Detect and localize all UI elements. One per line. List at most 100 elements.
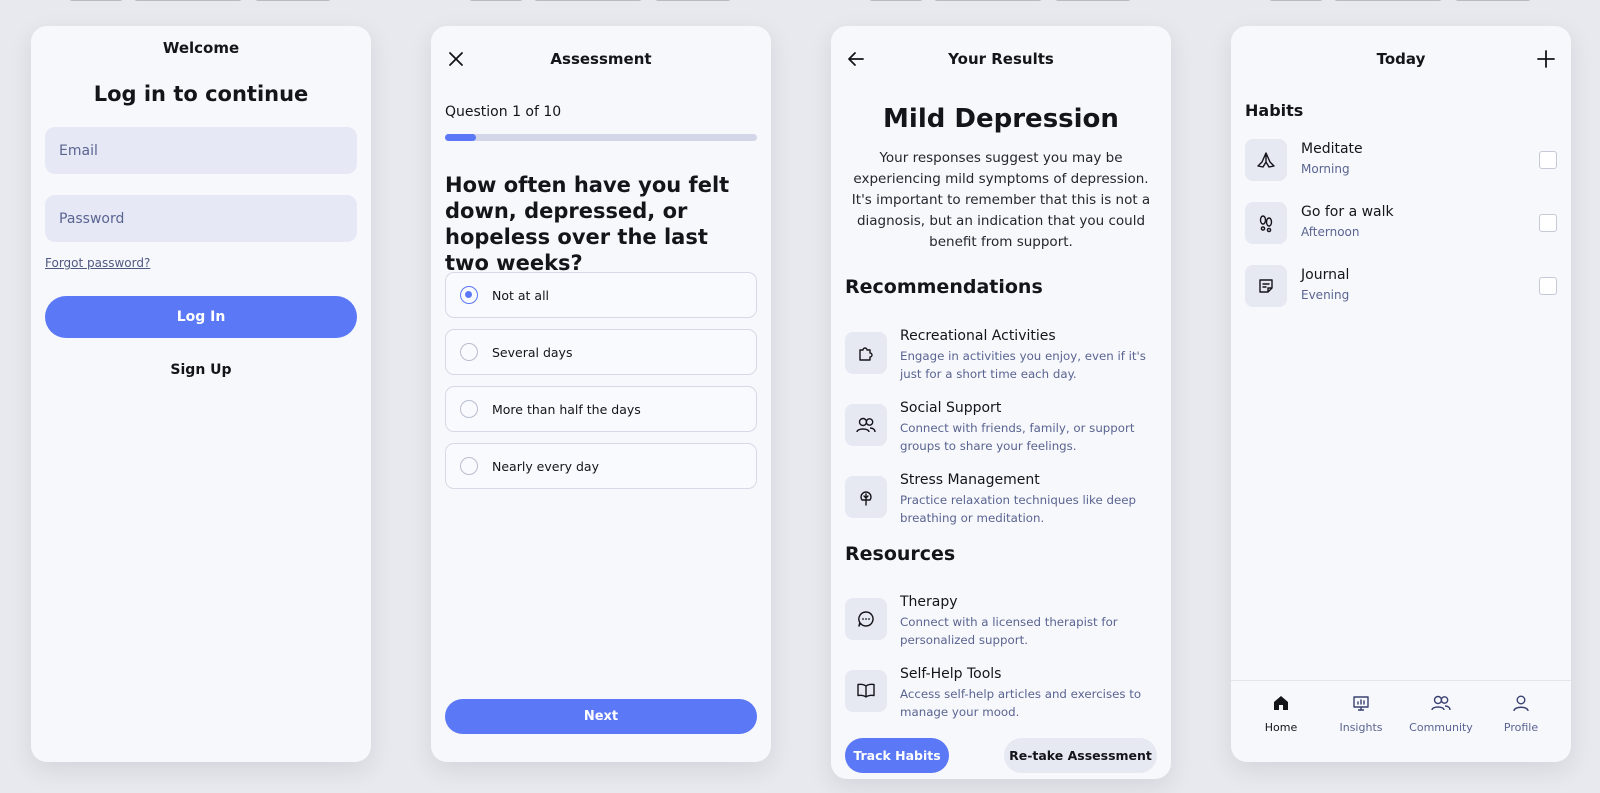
screen-title: Welcome <box>162 39 240 57</box>
resource-title: Self-Help Tools <box>900 666 1002 682</box>
top-stub <box>469 0 523 1</box>
habit-checkbox[interactable] <box>1539 214 1557 232</box>
habit-time: Morning <box>1301 162 1350 176</box>
top-stub <box>255 0 331 1</box>
habit-checkbox[interactable] <box>1539 277 1557 295</box>
top-stub <box>934 0 1042 1</box>
habit-item-walk[interactable]: Go for a walk Afternoon <box>1245 202 1557 246</box>
email-placeholder: Email <box>59 142 98 159</box>
resource-item[interactable]: Therapy Connect with a licensed therapis… <box>845 594 1157 658</box>
bottom-tab-bar: Home Insights Community Profile <box>1231 680 1571 762</box>
habit-title: Go for a walk <box>1301 204 1394 220</box>
recommendation-desc: Connect with friends, family, or support… <box>900 421 1135 453</box>
tab-home[interactable]: Home <box>1241 691 1321 734</box>
password-placeholder: Password <box>59 210 125 227</box>
chat-icon <box>845 598 887 640</box>
recommendation-item[interactable]: Stress Management Practice relaxation te… <box>845 472 1157 536</box>
resource-desc: Connect with a licensed therapist for pe… <box>900 615 1118 647</box>
forgot-password-link[interactable]: Forgot password? <box>45 256 150 270</box>
diagnosis-title: Mild Depression <box>883 104 1119 134</box>
habit-item-meditate[interactable]: Meditate Morning <box>1245 139 1557 183</box>
habits-title: Habits <box>1245 101 1304 120</box>
plus-icon[interactable] <box>1535 48 1557 70</box>
recommendation-title: Recreational Activities <box>900 328 1056 344</box>
login-button[interactable]: Log In <box>45 296 357 338</box>
top-stub <box>1334 0 1442 1</box>
recommendation-desc: Engage in activities you enjoy, even if … <box>900 349 1146 381</box>
resources-title: Resources <box>845 543 956 565</box>
tab-profile[interactable]: Profile <box>1481 691 1561 734</box>
login-screen: Welcome Log in to continue Email Passwor… <box>31 26 371 762</box>
tab-community[interactable]: Community <box>1401 691 1481 734</box>
option-not-at-all[interactable]: Not at all <box>445 272 757 318</box>
option-more-than-half[interactable]: More than half the days <box>445 386 757 432</box>
profile-icon <box>1481 691 1561 715</box>
top-stub <box>1055 0 1131 1</box>
screen-title: Assessment <box>550 50 652 68</box>
option-nearly-every-day[interactable]: Nearly every day <box>445 443 757 489</box>
top-stub <box>134 0 242 1</box>
next-button[interactable]: Next <box>445 699 757 734</box>
option-label: Several days <box>492 344 573 360</box>
recommendation-desc: Practice relaxation techniques like deep… <box>900 493 1136 525</box>
recommendation-item[interactable]: Social Support Connect with friends, fam… <box>845 400 1157 464</box>
tab-label: Insights <box>1339 721 1383 734</box>
login-heading: Log in to continue <box>93 82 309 106</box>
option-label: More than half the days <box>492 401 641 417</box>
top-stub <box>869 0 923 1</box>
habit-title: Meditate <box>1301 141 1363 157</box>
insights-icon <box>1321 691 1401 715</box>
option-label: Nearly every day <box>492 458 599 474</box>
habit-title: Journal <box>1301 267 1350 283</box>
assessment-screen: Assessment Question 1 of 10 How often ha… <box>431 26 771 762</box>
top-stub <box>69 0 123 1</box>
praying-hands-icon <box>1245 139 1287 181</box>
signup-link[interactable]: Sign Up <box>31 362 371 378</box>
users-icon <box>845 404 887 446</box>
email-field[interactable]: Email <box>45 127 357 174</box>
habit-checkbox[interactable] <box>1539 151 1557 169</box>
question-count: Question 1 of 10 <box>445 104 562 120</box>
radio-button[interactable] <box>460 400 478 418</box>
recommendation-item[interactable]: Recreational Activities Engage in activi… <box>845 328 1157 392</box>
top-stub <box>1455 0 1531 1</box>
resource-item[interactable]: Self-Help Tools Access self-help article… <box>845 666 1157 730</box>
recommendations-title: Recommendations <box>845 276 1043 298</box>
tree-icon <box>845 476 887 518</box>
question-text: How often have you felt down, depressed,… <box>445 173 730 275</box>
progress-bar <box>445 134 757 141</box>
progress-fill <box>445 134 477 141</box>
top-stub <box>655 0 731 1</box>
today-screen: Today Habits Meditate Morning Go for a w… <box>1231 26 1571 762</box>
tab-label: Community <box>1409 721 1473 734</box>
recommendation-title: Social Support <box>900 400 1002 416</box>
home-icon <box>1241 691 1321 715</box>
results-screen: Your Results Mild Depression Your respon… <box>831 26 1171 779</box>
radio-button[interactable] <box>460 286 478 304</box>
tab-label: Profile <box>1503 721 1539 734</box>
note-icon <box>1245 265 1287 307</box>
book-icon <box>845 670 887 712</box>
resource-desc: Access self-help articles and exercises … <box>900 687 1142 719</box>
option-several-days[interactable]: Several days <box>445 329 757 375</box>
top-stub <box>1269 0 1323 1</box>
habit-time: Evening <box>1301 288 1350 302</box>
habit-time: Afternoon <box>1301 225 1360 239</box>
track-habits-button[interactable]: Track Habits <box>845 738 949 773</box>
puzzle-icon <box>845 332 887 374</box>
resource-title: Therapy <box>900 594 958 610</box>
retake-assessment-button[interactable]: Re-take Assessment <box>1004 738 1157 773</box>
top-stub <box>534 0 642 1</box>
radio-button[interactable] <box>460 343 478 361</box>
radio-button[interactable] <box>460 457 478 475</box>
community-icon <box>1401 691 1481 715</box>
recommendation-title: Stress Management <box>900 472 1040 488</box>
screen-title: Today <box>1376 50 1426 68</box>
option-label: Not at all <box>492 287 550 303</box>
habit-item-journal[interactable]: Journal Evening <box>1245 265 1557 309</box>
tab-insights[interactable]: Insights <box>1321 691 1401 734</box>
password-field[interactable]: Password <box>45 195 357 242</box>
screen-title: Your Results <box>948 50 1054 68</box>
tab-label: Home <box>1264 721 1298 734</box>
footprints-icon <box>1245 202 1287 244</box>
